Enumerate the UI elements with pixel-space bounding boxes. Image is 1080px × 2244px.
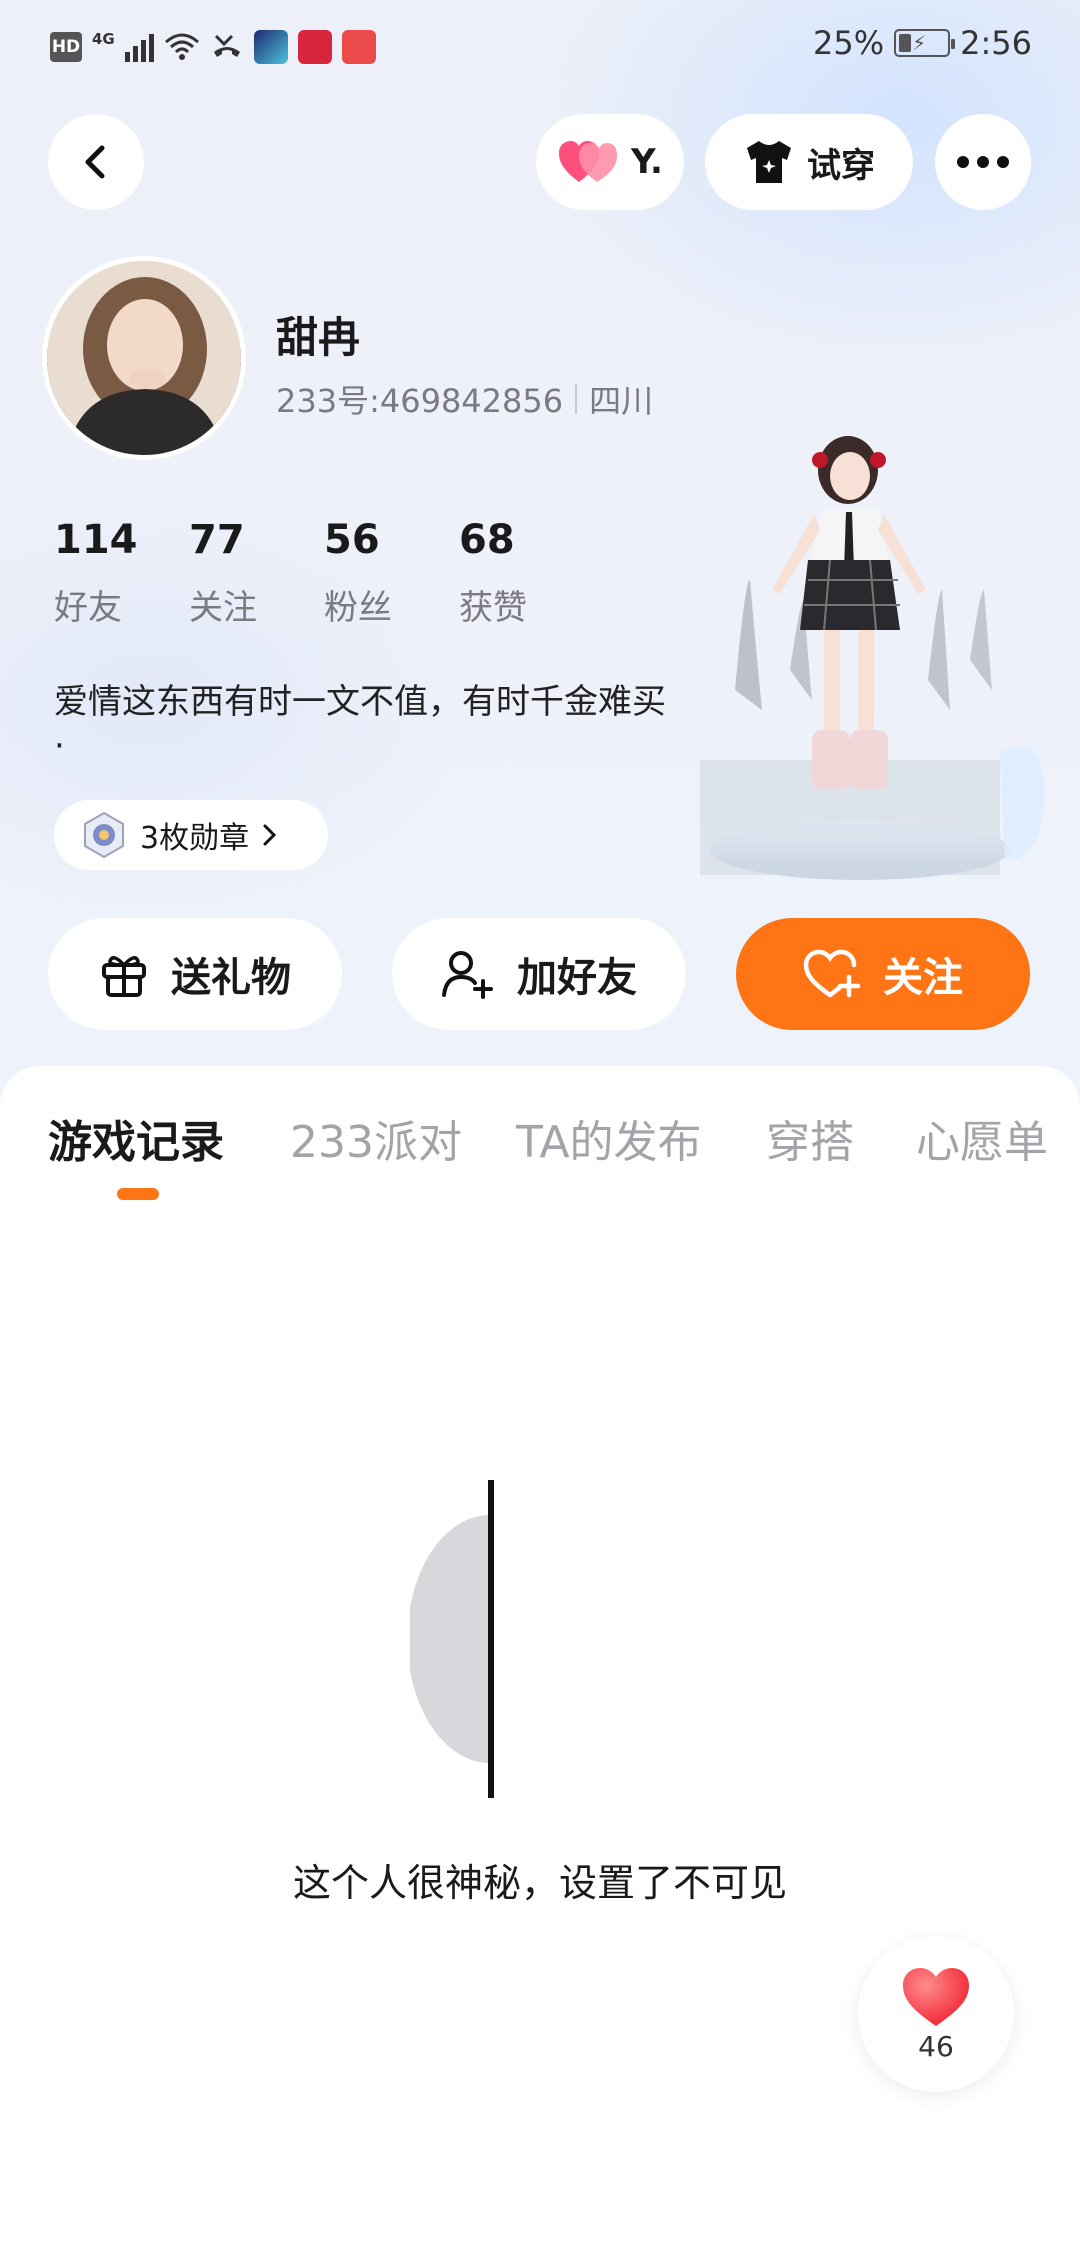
gallery-app-icon [253, 30, 288, 64]
follow-label: 关注 [883, 955, 963, 1001]
like-button[interactable]: 46 [858, 1936, 1014, 2092]
empty-state-illustration [410, 1480, 494, 1798]
huawei-app-icon [341, 30, 376, 64]
stat-value: 68 [459, 517, 515, 563]
try-on-label: 试穿 [807, 145, 875, 186]
location: 四川 [589, 382, 654, 420]
medal-icon [84, 811, 124, 859]
send-gift-button[interactable]: 送礼物 [48, 918, 342, 1030]
add-friend-label: 加好友 [517, 955, 637, 1001]
add-user-icon [442, 951, 493, 999]
stat-friends[interactable]: 114 好友 [54, 516, 189, 629]
battery-icon: ⚡ [894, 29, 956, 57]
medals-label: 3枚勋章 [140, 821, 250, 856]
stat-label: 获赞 [459, 588, 527, 628]
stat-value: 114 [54, 517, 138, 563]
back-button[interactable] [48, 114, 144, 210]
heart-badge-label: Y. [631, 142, 663, 182]
tab-outfits[interactable]: 穿搭 [766, 1106, 854, 1170]
avatar-3d-figure[interactable] [700, 430, 1080, 890]
status-right: 25% ⚡ 2:56 [813, 24, 1032, 62]
network-type: 4G [92, 30, 115, 48]
like-count: 46 [918, 2029, 954, 2063]
status-bar: HD 4G 25% ⚡ 2:56 [0, 0, 1080, 100]
back-arrow-icon [85, 145, 105, 179]
heart-plus-icon [803, 949, 861, 998]
username: 甜冉 [276, 313, 361, 362]
tshirt-icon [747, 141, 791, 183]
stat-label: 好友 [54, 588, 122, 628]
bio-line: · [54, 726, 65, 766]
gift-icon [102, 956, 146, 997]
medals-button[interactable]: 3枚勋章 [54, 800, 328, 870]
stat-likes[interactable]: 68 获赞 [459, 516, 594, 629]
chevron-right-icon [263, 824, 277, 846]
tab-bar: 游戏记录 233派对 TA的发布 穿搭 心愿单 [0, 1106, 1080, 1206]
status-left: HD 4G [50, 30, 376, 64]
avatar[interactable] [42, 256, 246, 460]
missed-call-icon [213, 34, 240, 57]
double-heart-icon [559, 141, 618, 182]
stat-value: 56 [324, 517, 380, 563]
wifi-icon [164, 33, 199, 60]
stat-value: 77 [189, 517, 245, 563]
divider [575, 384, 578, 414]
stat-label: 关注 [189, 588, 257, 628]
bio-line: 爱情这东西有时一文不值，有时千金难买 [54, 682, 666, 722]
stat-following[interactable]: 77 关注 [189, 516, 324, 629]
tab-game-records[interactable]: 游戏记录 [48, 1106, 224, 1170]
red-app-icon [297, 30, 332, 64]
more-dots-icon [957, 156, 1009, 168]
avatar-photo [47, 261, 241, 455]
send-gift-label: 送礼物 [171, 955, 291, 1001]
empty-state-message: 这个人很神秘，设置了不可见 [292, 1861, 787, 1905]
tab-233-party[interactable]: 233派对 [290, 1106, 462, 1170]
tab-wishlist[interactable]: 心愿单 [916, 1106, 1048, 1170]
heart-icon [903, 1967, 969, 2026]
profile-page: HD 4G 25% ⚡ 2:56 Y. 试穿 甜冉 233号:469842856… [0, 0, 1080, 2244]
stat-label: 粉丝 [324, 588, 392, 628]
bio: 爱情这东西有时一文不值，有时千金难买 · [54, 680, 714, 768]
user-id: 233号:469842856 [276, 382, 564, 420]
stat-followers[interactable]: 56 粉丝 [324, 516, 459, 629]
signal-icon [124, 32, 154, 62]
follow-button[interactable]: 关注 [736, 918, 1030, 1030]
more-button[interactable] [935, 114, 1031, 210]
stats-row: 114 好友 77 关注 56 粉丝 68 获赞 [54, 516, 594, 629]
tab-active-indicator [117, 1188, 159, 1200]
tab-ta-posts[interactable]: TA的发布 [516, 1106, 702, 1170]
hd-icon: HD [50, 32, 82, 62]
clock: 2:56 [960, 24, 1032, 62]
add-friend-button[interactable]: 加好友 [392, 918, 686, 1030]
try-on-button[interactable]: 试穿 [705, 114, 913, 210]
heart-badge-button[interactable]: Y. [536, 114, 684, 210]
battery-percent: 25% [813, 24, 885, 62]
uid-line: 233号:469842856 四川 [276, 376, 653, 422]
